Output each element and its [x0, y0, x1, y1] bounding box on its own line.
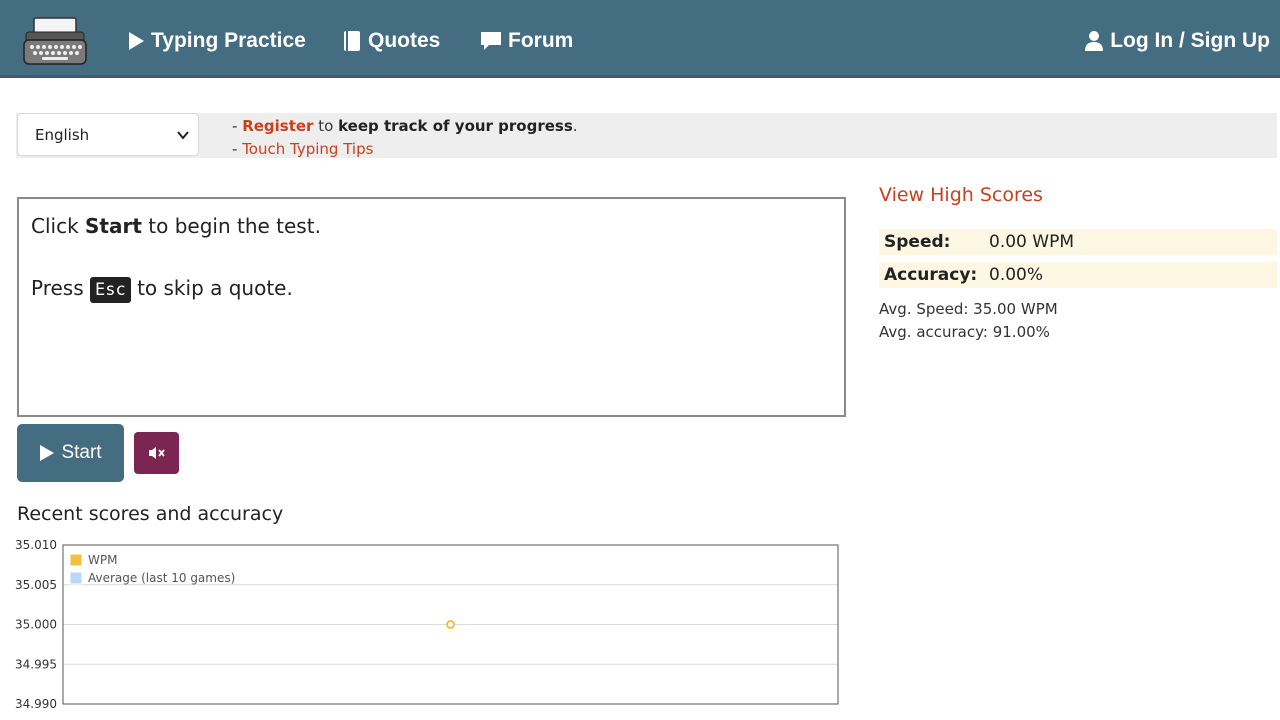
touch-typing-tips-link[interactable]: Touch Typing Tips — [242, 140, 373, 158]
start-button[interactable]: Start — [17, 424, 124, 482]
speaker-mute-icon — [148, 447, 165, 459]
play-icon — [129, 32, 144, 50]
y-tick-label: 35.010 — [15, 538, 57, 552]
chevron-down-icon — [177, 131, 189, 140]
nav-typing-practice[interactable]: Typing Practice — [127, 26, 306, 56]
legend-label: WPM — [88, 553, 117, 567]
instruction-text: Press — [31, 276, 90, 300]
recent-scores-chart: 35.010 35.005 35.000 34.995 34.990 WPM Average… — [15, 538, 839, 711]
y-tick-label: 34.995 — [15, 657, 57, 671]
start-button-label: Start — [61, 442, 102, 463]
nav-login-label: Log In / Sign Up — [1110, 29, 1270, 52]
accuracy-row: Accuracy: 0.00% — [879, 262, 1277, 288]
info-line-register: - Register to keep track of your progres… — [232, 115, 578, 138]
book-icon — [344, 31, 360, 51]
speed-value: 0.00 WPM — [989, 232, 1074, 252]
mute-button[interactable] — [134, 432, 179, 474]
avg-speed: Avg. Speed: 35.00 WPM — [879, 300, 1058, 318]
nav-forum[interactable]: Forum — [480, 26, 573, 56]
top-navbar: Typing Practice Quotes Forum Log In / Si… — [0, 0, 1280, 78]
y-tick-label: 35.000 — [15, 618, 57, 632]
info-progress-text: keep track of your progress — [338, 117, 573, 135]
info-links: - Register to keep track of your progres… — [232, 115, 578, 161]
instruction-text: Click — [31, 214, 86, 238]
nav-quotes-label: Quotes — [368, 29, 441, 52]
typing-area[interactable]: Click Start to begin the test. Press Esc… — [17, 197, 846, 417]
nav-typing-practice-label: Typing Practice — [151, 29, 306, 52]
bullet-dash: - — [232, 140, 243, 158]
nav-login-signup[interactable]: Log In / Sign Up — [1084, 26, 1270, 56]
nav-quotes[interactable]: Quotes — [342, 26, 440, 56]
speed-label: Speed: — [884, 232, 951, 252]
accuracy-value: 0.00% — [989, 265, 1044, 285]
nav-forum-label: Forum — [508, 29, 574, 52]
language-select-value: English — [35, 125, 90, 144]
view-high-scores-link[interactable]: View High Scores — [879, 184, 1043, 206]
info-line-tips: - Touch Typing Tips — [232, 138, 578, 161]
legend-swatch — [69, 553, 83, 567]
accuracy-label: Accuracy: — [884, 265, 978, 285]
language-select[interactable]: English — [17, 113, 199, 156]
typewriter-logo-icon[interactable] — [22, 16, 88, 68]
y-tick-label: 34.990 — [15, 697, 57, 711]
instruction-text: to skip a quote. — [130, 276, 293, 300]
instruction-start-bold: Start — [85, 214, 142, 238]
bullet-dash: - — [232, 117, 243, 135]
y-tick-label: 35.005 — [15, 578, 57, 592]
legend-swatch — [69, 571, 83, 585]
speed-row: Speed: 0.00 WPM — [879, 229, 1277, 255]
info-period: . — [572, 117, 578, 135]
legend-label: Average (last 10 games) — [88, 571, 235, 585]
recent-scores-title: Recent scores and accuracy — [17, 503, 284, 525]
wpm-data-point — [446, 620, 455, 629]
speech-bubble-icon — [481, 32, 501, 50]
play-icon — [40, 445, 55, 461]
esc-key-badge: Esc — [90, 276, 131, 303]
register-link[interactable]: Register — [242, 117, 313, 135]
instruction-text: to begin the test. — [141, 214, 321, 238]
info-strip — [16, 113, 1277, 158]
avg-accuracy: Avg. accuracy: 91.00% — [879, 323, 1050, 341]
user-icon — [1085, 31, 1104, 51]
instruction-start: Click Start to begin the test. — [31, 211, 832, 241]
info-to: to — [313, 117, 339, 135]
instruction-esc: Press Esc to skip a quote. — [31, 273, 832, 303]
